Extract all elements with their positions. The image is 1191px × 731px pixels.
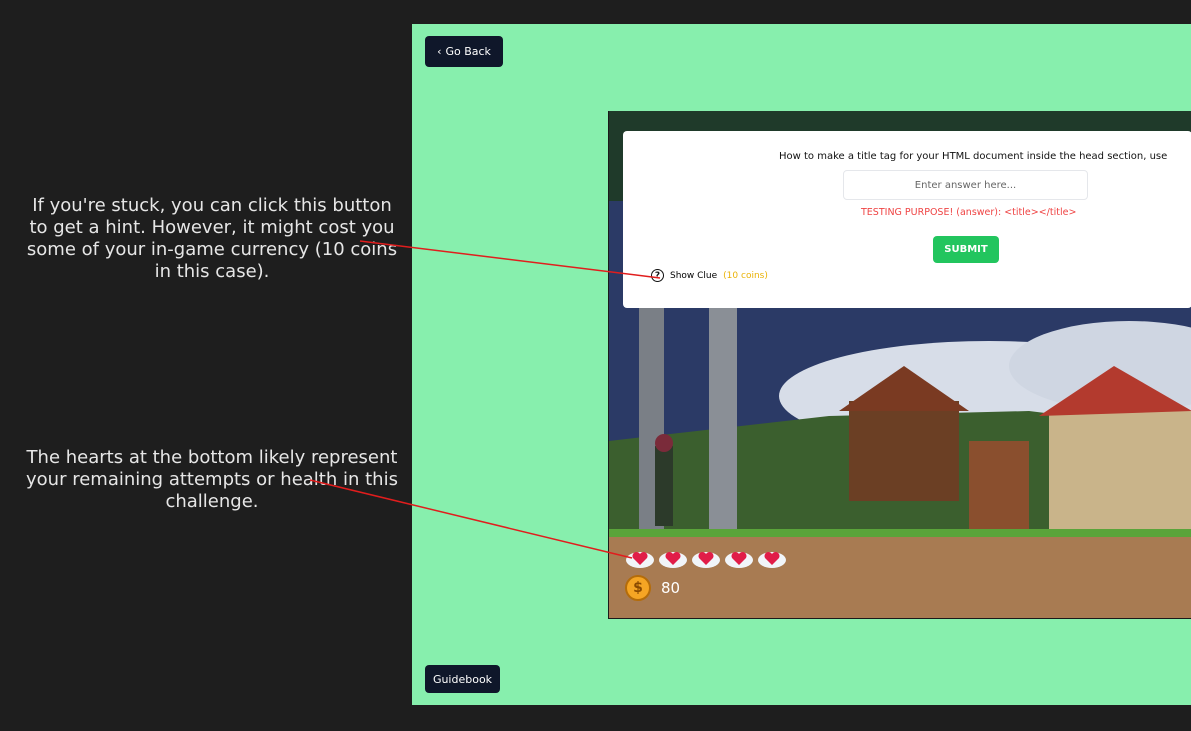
coin-counter: $ 80 xyxy=(625,575,680,601)
heart-icon xyxy=(758,551,786,568)
show-clue-button[interactable]: ? Show Clue (10 coins) xyxy=(651,269,768,282)
question-card: How to make a title tag for your HTML do… xyxy=(623,131,1191,308)
chevron-left-icon: ‹ xyxy=(437,45,442,58)
question-text: How to make a title tag for your HTML do… xyxy=(779,151,1168,162)
heart-icon xyxy=(659,551,687,568)
game-panel: ‹ Go Back How to make a title tag for yo… xyxy=(412,24,1191,705)
clue-annotation: If you're stuck, you can click this butt… xyxy=(26,195,398,282)
coin-icon: $ xyxy=(625,575,651,601)
clue-cost: (10 coins) xyxy=(723,270,768,281)
hearts-annotation: The hearts at the bottom likely represen… xyxy=(26,447,398,512)
question-mark-icon: ? xyxy=(651,269,664,282)
hearts-row xyxy=(625,547,787,569)
answer-input[interactable] xyxy=(843,170,1088,200)
heart-icon xyxy=(725,551,753,568)
guidebook-button[interactable]: Guidebook xyxy=(425,665,500,693)
heart-icon xyxy=(692,551,720,568)
go-back-label: Go Back xyxy=(445,45,491,58)
game-scene: How to make a title tag for your HTML do… xyxy=(608,111,1191,619)
coin-count: 80 xyxy=(661,579,681,597)
testing-answer-text: TESTING PURPOSE! (answer): <title></titl… xyxy=(861,207,1077,218)
heart-icon xyxy=(626,551,654,568)
submit-button[interactable]: SUBMIT xyxy=(933,236,999,263)
show-clue-label: Show Clue xyxy=(670,270,718,281)
go-back-button[interactable]: ‹ Go Back xyxy=(425,36,503,67)
